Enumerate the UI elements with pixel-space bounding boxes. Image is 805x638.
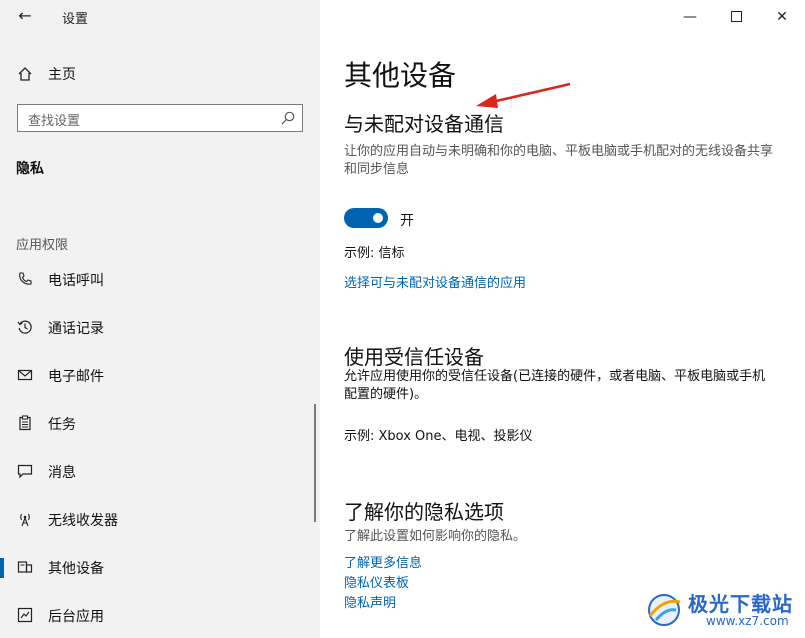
section-title-privacy: 隐私 [16,161,44,177]
tasks-icon [16,414,34,432]
close-icon[interactable]: ✕ [772,7,792,27]
unpaired-toggle[interactable] [344,208,388,228]
unpaired-description: 让你的应用自动与未明确和你的电脑、平板电脑或手机配对的无线设备共享和同步信息 [344,144,774,177]
home-icon [16,65,34,83]
sidebar-item-radios[interactable]: 无线收发器 [0,500,320,540]
home-label: 主页 [48,67,76,83]
watermark-url: www.xz7.com [706,614,789,628]
toggle-state-label: 开 [400,213,414,229]
app-title: 设置 [62,12,89,27]
sidebar-item-background-apps[interactable]: 后台应用 [0,596,320,636]
page-title: 其他设备 [344,59,457,92]
toggle-knob [373,213,383,223]
sidebar-item-label: 后台应用 [48,609,104,625]
search-icon[interactable] [280,110,296,126]
watermark-text: 极光下载站 [688,592,793,616]
search-placeholder: 查找设置 [28,114,81,129]
sidebar-item-phone-calls[interactable]: 电话呼叫 [0,260,320,300]
maximize-icon[interactable] [726,7,746,27]
sidebar: ← 设置 主页 查找设置 隐私 应用权限 电话呼叫 通话记录 电子邮件 任务 消… [0,0,320,638]
radio-icon [16,510,34,528]
unpaired-example: 示例: 信标 [344,246,405,261]
sidebar-item-label: 无线收发器 [48,513,118,529]
mail-icon [16,366,34,384]
sidebar-item-label: 消息 [48,465,76,481]
back-arrow-icon[interactable]: ← [15,6,35,26]
sidebar-item-call-history[interactable]: 通话记录 [0,308,320,348]
message-icon [16,462,34,480]
watermark: 极光下载站 www.xz7.com [644,586,804,634]
background-apps-icon [16,606,34,624]
sidebar-item-messaging[interactable]: 消息 [0,452,320,492]
title-bar: ← 设置 [0,0,320,32]
choose-apps-link[interactable]: 选择可与未配对设备通信的应用 [344,272,526,291]
minimize-icon[interactable]: — [680,7,700,27]
search-input[interactable]: 查找设置 [17,104,303,132]
trusted-example: 示例: Xbox One、电视、投影仪 [344,429,533,444]
sidebar-item-email[interactable]: 电子邮件 [0,356,320,396]
sidebar-item-label: 其他设备 [48,561,104,577]
home-nav-item[interactable]: 主页 [16,62,76,86]
call-history-icon [16,318,34,336]
sidebar-scrollbar[interactable] [314,404,316,522]
privacy-heading: 了解你的隐私选项 [344,500,504,524]
privacy-statement-link[interactable]: 隐私声明 [344,592,396,611]
sidebar-item-label: 通话记录 [48,321,104,337]
sidebar-item-label: 电子邮件 [48,369,104,385]
sidebar-item-label: 任务 [48,417,76,433]
trusted-heading: 使用受信任设备 [344,345,484,369]
watermark-logo-icon [648,594,681,626]
phone-icon [16,270,34,288]
section-title-app-permissions: 应用权限 [16,238,69,253]
other-devices-icon [16,558,34,576]
sidebar-item-label: 电话呼叫 [48,273,104,289]
unpaired-heading: 与未配对设备通信 [344,112,504,136]
learn-more-link[interactable]: 了解更多信息 [344,552,422,571]
privacy-description: 了解此设置如何影响你的隐私。 [344,529,527,544]
red-arrow-annotation [476,82,571,108]
sidebar-item-other-devices[interactable]: 其他设备 [0,548,320,588]
sidebar-item-tasks[interactable]: 任务 [0,404,320,444]
trusted-description: 允许应用使用你的受信任设备(已连接的硬件，或者电脑、平板电脑或手机配置的硬件)。 [344,369,766,402]
privacy-dashboard-link[interactable]: 隐私仪表板 [344,572,409,591]
